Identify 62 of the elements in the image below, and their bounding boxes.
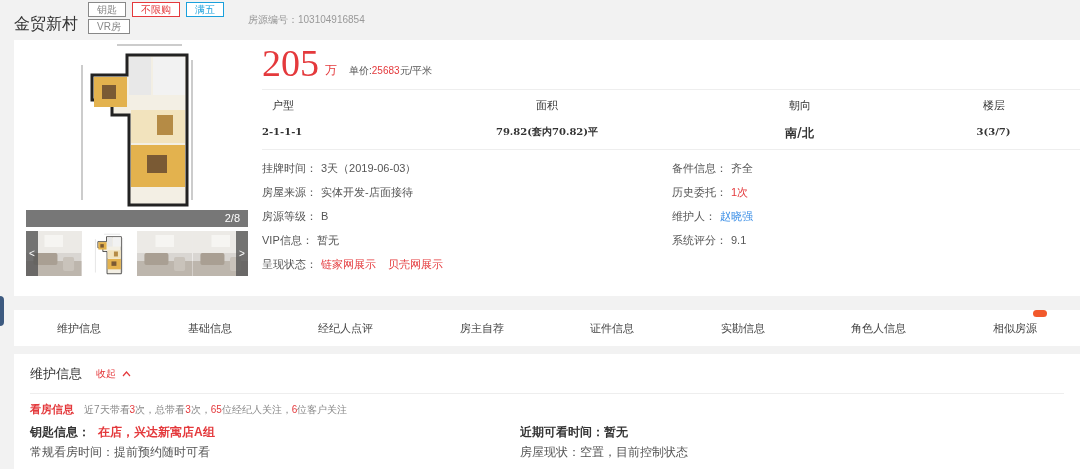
- spec-label: 朝向: [787, 98, 812, 114]
- image-counter: 2/8: [224, 211, 240, 227]
- next-button[interactable]: >: [236, 231, 248, 276]
- detail-label: 呈现状态：: [262, 256, 317, 272]
- detail-value: B: [321, 208, 329, 224]
- tab[interactable]: 相似房源: [986, 313, 1043, 343]
- field-label: 钥匙信息：: [30, 424, 90, 441]
- listing-id: 房源编号：103104916854: [248, 13, 365, 27]
- detail-value: 链家网展示: [321, 256, 376, 272]
- tag: VR房: [88, 19, 130, 34]
- tab[interactable]: 房主自荐: [453, 313, 510, 343]
- tag: 不限购: [132, 2, 180, 17]
- field-value: 暂无: [604, 424, 628, 441]
- detail-label: 房屋来源：: [262, 184, 317, 200]
- detail-value: 1次: [731, 184, 749, 200]
- detail-value: 暂无: [316, 232, 339, 248]
- field-value: 提前预约随时可看: [114, 444, 210, 461]
- field-label: 房屋现状：: [520, 444, 580, 461]
- section-title: 维护信息: [30, 364, 82, 383]
- tab[interactable]: 经纪人点评: [312, 313, 380, 343]
- floorplan-drawing: [94, 232, 125, 275]
- tab[interactable]: 角色人信息: [845, 313, 913, 343]
- price-unit: 万: [325, 62, 337, 79]
- field-label: 近期可看时间：: [520, 424, 604, 441]
- tab[interactable]: 维护信息: [51, 313, 108, 343]
- tab[interactable]: 证件信息: [584, 313, 641, 343]
- tag: 钥匙: [88, 2, 126, 17]
- prev-button[interactable]: <: [26, 231, 38, 276]
- chevron-icon: [122, 370, 131, 377]
- detail-label: VIP信息：: [262, 232, 313, 248]
- total-price: 205: [262, 43, 319, 83]
- field-label: 常规看房时间：: [30, 444, 114, 461]
- detail-value: 贝壳网展示: [388, 256, 443, 272]
- side-tab[interactable]: [0, 296, 4, 326]
- tab[interactable]: 实勘信息: [714, 313, 771, 343]
- detail-label: 备件信息：: [672, 160, 727, 176]
- tab[interactable]: 基础信息: [181, 313, 238, 343]
- tag: 满五: [186, 2, 224, 17]
- collapse-toggle[interactable]: 收起: [96, 366, 131, 381]
- field-value: 在店，兴达新寓店A组: [98, 424, 215, 441]
- spec-value: 3(3/7): [975, 124, 1012, 139]
- property-title: 金贸新村: [14, 14, 78, 34]
- spec-label: 楼层: [981, 98, 1006, 114]
- detail-label: 历史委托：: [672, 184, 727, 200]
- detail-label: 挂牌时间：: [262, 160, 317, 176]
- spec-label: 面积: [535, 98, 559, 114]
- detail-label: 维护人：: [672, 208, 716, 224]
- detail-link[interactable]: 赵晓强: [720, 207, 753, 225]
- viewing-summary: 近7天带看3次，总带看3次，65位经纪人关注，6位客户关注: [84, 402, 348, 417]
- detail-label: 系统评分：: [672, 232, 727, 248]
- unit-price: 单价:25683元/平米: [349, 64, 433, 78]
- detail-value: 3天（2019-06-03）: [321, 160, 417, 176]
- spec-value: 79.82(套内70.82)平: [494, 124, 600, 139]
- spec-value: 2-1-1-1: [262, 124, 304, 139]
- detail-value: 实体开发-店面接待: [321, 184, 413, 200]
- viewing-label: 看房信息: [30, 401, 74, 417]
- detail-value: 齐全: [731, 160, 753, 176]
- field-value: 空置，目前控制状态: [580, 444, 688, 461]
- spec-value: 南/北: [784, 124, 815, 142]
- spec-label: 户型: [271, 98, 295, 114]
- detail-value: 9.1: [731, 232, 747, 248]
- detail-label: 房源等级：: [262, 208, 317, 224]
